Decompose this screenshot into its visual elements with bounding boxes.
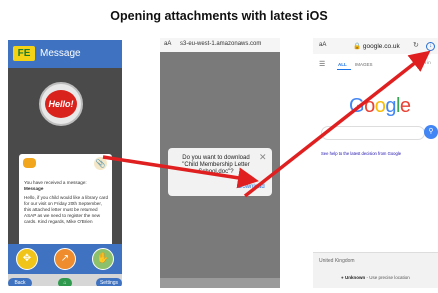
page-title: Opening attachments with latest iOS bbox=[110, 9, 328, 23]
menu-icon[interactable]: ☰ bbox=[319, 60, 325, 68]
message-content: Hello, if you child would like a library… bbox=[24, 195, 108, 224]
safari-download-screen: aA s3-eu-west-1.amazonaws.com Do you wan… bbox=[160, 38, 280, 288]
address-url[interactable]: 🔒 google.co.uk bbox=[353, 42, 400, 50]
download-button[interactable]: Download bbox=[238, 184, 265, 190]
close-icon[interactable]: ✕ bbox=[259, 152, 267, 163]
text-size-button[interactable]: aA bbox=[319, 42, 326, 48]
download-question: Do you want to download "Child Membershi… bbox=[182, 155, 250, 175]
search-icon[interactable]: ⚲ bbox=[424, 125, 438, 139]
bottom-nav: Back ⌂ Settings bbox=[8, 278, 122, 286]
address-url[interactable]: s3-eu-west-1.amazonaws.com bbox=[180, 41, 261, 47]
reload-icon[interactable]: ↻ bbox=[413, 41, 419, 49]
search-input[interactable] bbox=[321, 126, 425, 140]
back-button[interactable]: Back bbox=[8, 278, 32, 286]
downloads-icon[interactable]: ↓ bbox=[426, 42, 435, 51]
google-logo: Google bbox=[349, 95, 411, 117]
active-tab-indicator bbox=[337, 69, 351, 70]
message-header-title: Message bbox=[40, 48, 81, 59]
location-hint: - Use precise location bbox=[365, 275, 410, 280]
url-text: google.co.uk bbox=[362, 43, 400, 50]
sign-in-link[interactable]: Sign in bbox=[417, 60, 431, 65]
hello-bubble: Hello! bbox=[45, 90, 77, 118]
location-status: Unknown bbox=[344, 275, 366, 280]
message-label: Message bbox=[24, 186, 44, 191]
home-button[interactable]: ⌂ bbox=[58, 278, 72, 286]
text-size-button[interactable]: aA bbox=[164, 41, 171, 47]
tab-images[interactable]: IMAGES bbox=[355, 62, 373, 67]
tab-all[interactable]: ALL bbox=[338, 62, 347, 67]
info-link[interactable]: See help to the latest decision from Goo… bbox=[321, 151, 431, 156]
footer: United Kingdom ● Unknown - Use precise l… bbox=[313, 252, 438, 288]
message-text: You have received a message: Message Hel… bbox=[24, 180, 108, 225]
download-dialog: Do you want to download "Child Membershi… bbox=[168, 148, 272, 196]
chat-bubble-icon bbox=[23, 158, 36, 168]
address-bar[interactable]: aA s3-eu-west-1.amazonaws.com bbox=[160, 38, 280, 52]
message-app-screen: FE Message Hello! 📎 You have received a … bbox=[8, 40, 122, 286]
location-text[interactable]: ● Unknown - Use precise location bbox=[341, 275, 410, 280]
app-logo: FE bbox=[13, 46, 35, 61]
region-label: United Kingdom bbox=[319, 258, 355, 264]
google-screen: aA 🔒 google.co.uk ↻ ↓ ☰ ALL IMAGES Sign … bbox=[313, 38, 438, 288]
attachment-icon[interactable]: 📎 bbox=[94, 157, 107, 170]
message-body-area: Hello! 📎 You have received a message: Me… bbox=[8, 68, 122, 266]
address-bar-google[interactable]: aA 🔒 google.co.uk ↻ ↓ bbox=[313, 38, 438, 54]
hand-icon[interactable]: ✋ bbox=[92, 248, 114, 270]
message-header: FE Message bbox=[8, 40, 122, 68]
move-icon[interactable]: ✥ bbox=[16, 248, 38, 270]
action-bar: ✥ ↗ ✋ bbox=[8, 244, 122, 274]
share-icon[interactable]: ↗ bbox=[54, 248, 76, 270]
toolbar bbox=[160, 278, 280, 288]
hello-icon: Hello! bbox=[39, 82, 83, 126]
settings-button[interactable]: Settings bbox=[96, 278, 122, 286]
